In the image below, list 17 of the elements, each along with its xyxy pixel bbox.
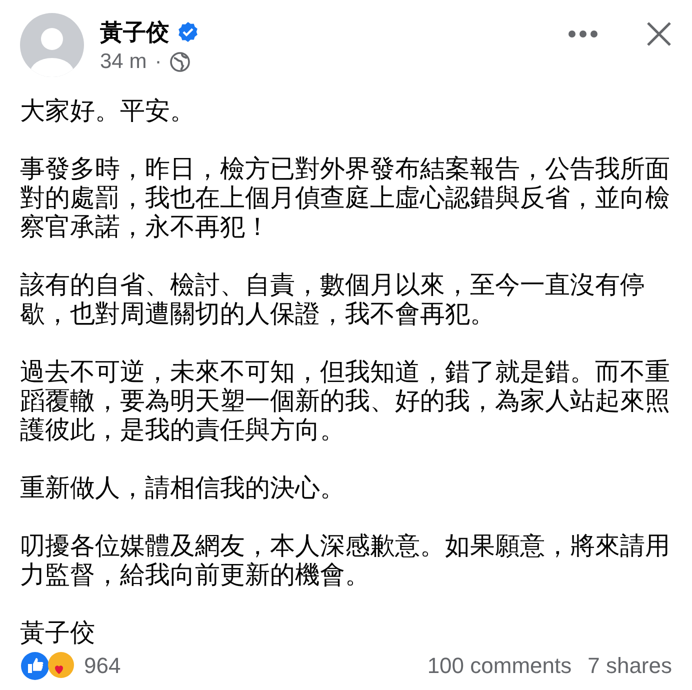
share-count[interactable]: 7 shares	[588, 649, 672, 682]
comment-count[interactable]: 100 comments	[427, 649, 572, 682]
post-time: 34 m	[100, 49, 147, 75]
paragraph: 叨擾各位媒體及網友，本人深感歉意。如果願意，將來請用力監督，給我向前更新的機會。	[20, 532, 671, 590]
paragraph: 該有的自省、檢討、自責，數個月以來，至今一直沒有停歇，也對周遭關切的人保證，我不會再犯。	[20, 270, 646, 329]
signature: 黃子佼	[20, 618, 96, 648]
paragraph: 大家好。平安。	[20, 96, 196, 126]
reaction-count[interactable]: 964	[84, 649, 121, 682]
paragraph: 重新做人，請相信我的決心。	[20, 474, 346, 503]
paragraph: 事發多時，昨日，檢方已對外界發布結案報告，公告我所面對的處罰，我也在上個月偵查庭上虛心認錯與反省，並向檢察官承諾，永不再犯！	[20, 154, 671, 242]
like-icon	[20, 650, 50, 681]
globe-icon	[170, 52, 190, 72]
care-reaction-icon	[46, 650, 76, 681]
paragraph: 過去不可逆，未來不可知，但我知道，錯了就是錯。而不重蹈覆轍，要為明天塑一個新的我、好的我，為家人站起來照護彼此，是我的責任與方向。	[20, 358, 671, 445]
author-name[interactable]: 黃子佼	[100, 17, 169, 47]
close-icon[interactable]	[646, 21, 672, 47]
separator: ·	[154, 49, 162, 75]
